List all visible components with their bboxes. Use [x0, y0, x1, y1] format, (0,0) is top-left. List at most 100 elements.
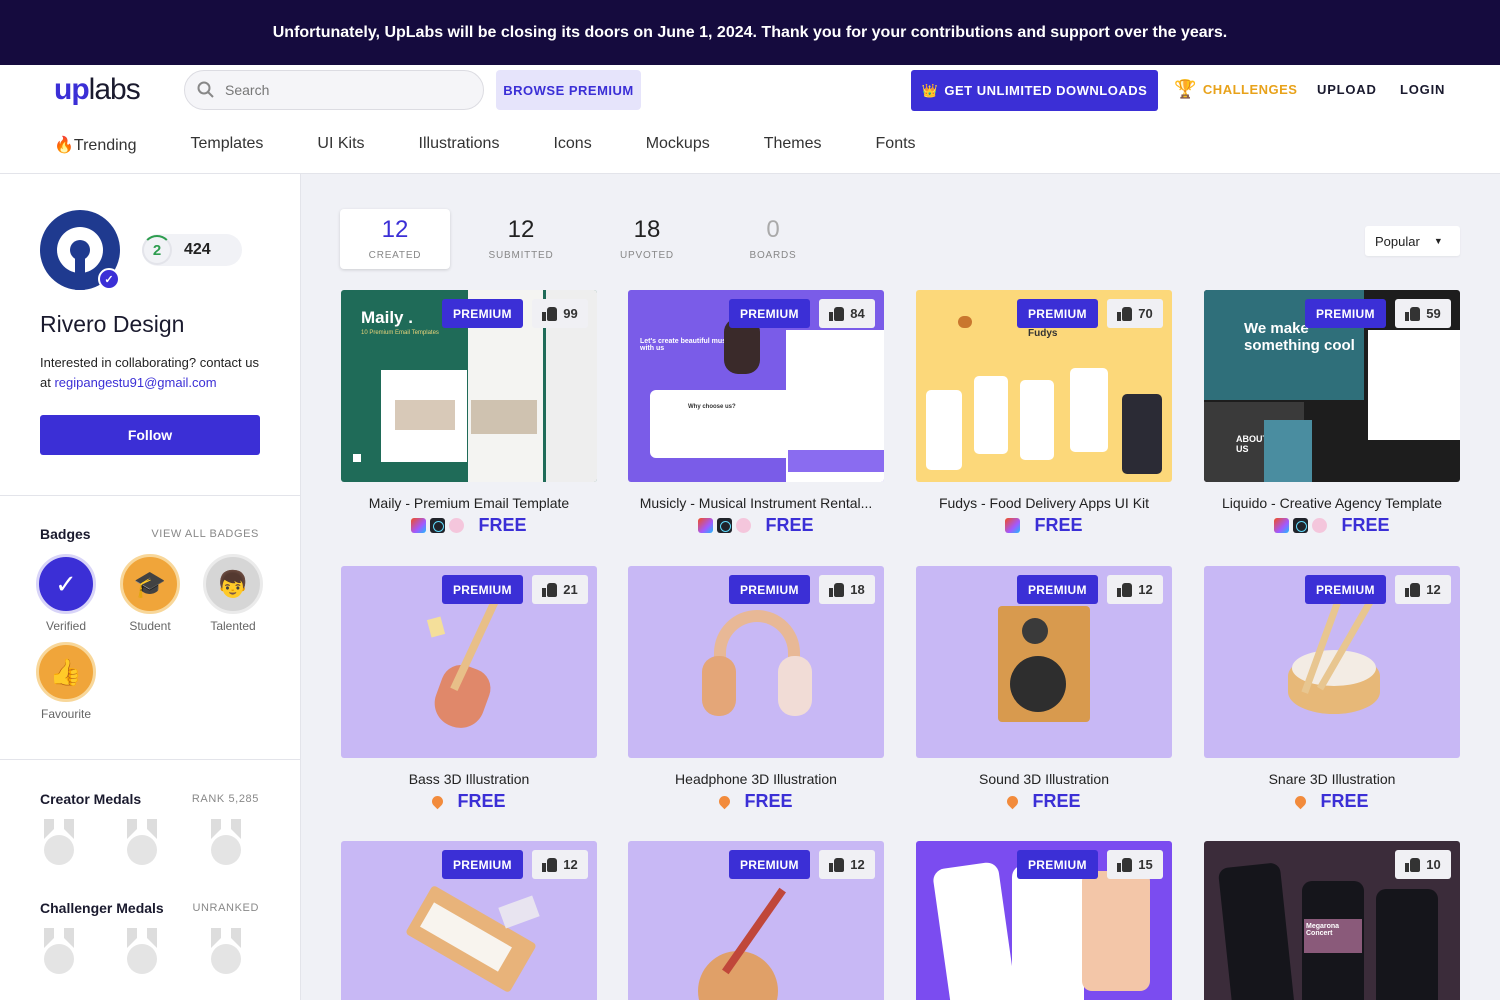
- like-button[interactable]: 12: [1395, 575, 1451, 604]
- like-button[interactable]: 10: [1395, 850, 1451, 879]
- browse-premium-button[interactable]: BROWSE PREMIUM: [496, 70, 641, 110]
- like-count: 10: [1426, 857, 1441, 872]
- top-header: uplabs BROWSE PREMIUM 👑 GET UNLIMITED DOW…: [0, 65, 1500, 174]
- stat-value: 0: [766, 216, 780, 243]
- tab-boards[interactable]: 0 BOARDS: [718, 209, 828, 269]
- unlimited-label: GET UNLIMITED DOWNLOADS: [944, 83, 1148, 98]
- thumbs-up-icon: [1405, 857, 1421, 872]
- search-box[interactable]: [184, 70, 484, 110]
- design-card[interactable]: Maily . 10 Premium Email Templates PREMI…: [341, 290, 597, 536]
- uplabs-logo[interactable]: uplabs: [54, 73, 141, 107]
- thumbs-up-icon: [1405, 582, 1421, 597]
- like-button[interactable]: 84: [819, 299, 875, 328]
- like-button[interactable]: 70: [1107, 299, 1163, 328]
- stat-label: UPVOTED: [620, 250, 674, 261]
- thumb-text: Why choose us?: [688, 404, 736, 410]
- email-link[interactable]: regipangestu91@gmail.com: [54, 375, 216, 390]
- card-title[interactable]: Sound 3D Illustration: [916, 771, 1172, 787]
- price-label: FREE: [1032, 790, 1081, 811]
- card-footer: FREE: [628, 514, 884, 536]
- badge-label: Favourite: [40, 707, 92, 721]
- card-title[interactable]: Snare 3D Illustration: [1204, 771, 1460, 787]
- like-count: 15: [1138, 857, 1153, 872]
- design-card[interactable]: PREMIUM 12 Sound 3D Illustration FREE: [916, 566, 1172, 812]
- thumb-text: Maily .: [361, 308, 413, 327]
- like-count: 21: [563, 582, 578, 597]
- category-nav: 🔥Trending Templates UI Kits Illustration…: [54, 135, 970, 155]
- like-count: 99: [563, 306, 578, 321]
- design-card[interactable]: We make something cool ABOUT US PREMIUM …: [1204, 290, 1460, 536]
- like-button[interactable]: 18: [819, 575, 875, 604]
- nav-themes[interactable]: Themes: [764, 135, 822, 155]
- premium-badge: PREMIUM: [1305, 299, 1386, 328]
- divider: [0, 495, 300, 496]
- login-link[interactable]: LOGIN: [1400, 82, 1445, 97]
- like-button[interactable]: 21: [532, 575, 588, 604]
- challenger-rank: UNRANKED: [192, 902, 259, 914]
- design-card[interactable]: Let's create beautiful music with us Why…: [628, 290, 884, 536]
- follow-button[interactable]: Follow: [40, 415, 260, 455]
- card-footer: FREE: [1204, 790, 1460, 812]
- nav-trending[interactable]: 🔥Trending: [54, 135, 136, 155]
- thumbs-up-icon: [1117, 306, 1133, 321]
- tab-submitted[interactable]: 12 SUBMITTED: [466, 209, 576, 269]
- nav-icons[interactable]: Icons: [553, 135, 591, 155]
- card-title[interactable]: Musicly - Musical Instrument Rental...: [628, 495, 884, 511]
- like-count: 12: [1138, 582, 1153, 597]
- tab-created[interactable]: 12 CREATED: [340, 209, 450, 269]
- nav-illustrations[interactable]: Illustrations: [419, 135, 500, 155]
- location-pin-icon: [1005, 793, 1021, 809]
- like-button[interactable]: 59: [1395, 299, 1451, 328]
- tab-upvoted[interactable]: 18 UPVOTED: [592, 209, 702, 269]
- nav-ui-kits[interactable]: UI Kits: [317, 135, 364, 155]
- challenges-link[interactable]: 🏆 CHALLENGES: [1174, 79, 1297, 100]
- medal-icon: [209, 928, 243, 978]
- like-count: 70: [1138, 306, 1153, 321]
- design-card[interactable]: Megarona Concert 10: [1204, 841, 1460, 1000]
- like-button[interactable]: 99: [532, 299, 588, 328]
- sort-dropdown[interactable]: Popular ▼: [1365, 226, 1460, 256]
- nav-fonts[interactable]: Fonts: [876, 135, 916, 155]
- design-card[interactable]: Fudys PREMIUM 70 Fudys - Food Delivery A…: [916, 290, 1172, 536]
- figma-icon: [698, 517, 714, 533]
- like-button[interactable]: 12: [1107, 575, 1163, 604]
- price-label: FREE: [1034, 514, 1083, 535]
- badge-favourite[interactable]: 👍 Favourite: [26, 642, 106, 721]
- badge-label: Verified: [45, 619, 87, 633]
- nav-templates[interactable]: Templates: [190, 135, 263, 155]
- check-icon: ✓: [36, 554, 96, 614]
- thumbs-up-icon: 👍: [36, 642, 96, 702]
- card-title[interactable]: Headphone 3D Illustration: [628, 771, 884, 787]
- thumbs-up-icon: [1117, 857, 1133, 872]
- badge-talented[interactable]: 👦 Talented: [193, 554, 273, 633]
- badge-verified[interactable]: ✓ Verified: [26, 554, 106, 633]
- design-card[interactable]: PREMIUM 15: [916, 841, 1172, 1000]
- premium-badge: PREMIUM: [442, 575, 523, 604]
- design-card[interactable]: PREMIUM 12: [341, 841, 597, 1000]
- card-title[interactable]: Maily - Premium Email Template: [341, 495, 597, 511]
- trophy-icon: 🏆: [1174, 79, 1197, 99]
- design-card[interactable]: PREMIUM 18 Headphone 3D Illustration FRE…: [628, 566, 884, 812]
- card-title[interactable]: Fudys - Food Delivery Apps UI Kit: [916, 495, 1172, 511]
- premium-badge: PREMIUM: [729, 850, 810, 879]
- stat-label: CREATED: [368, 250, 422, 261]
- design-card[interactable]: PREMIUM 12 Snare 3D Illustration FREE: [1204, 566, 1460, 812]
- view-all-badges-link[interactable]: VIEW ALL BADGES: [151, 528, 259, 540]
- badge-student[interactable]: 🎓 Student: [110, 554, 190, 633]
- upload-link[interactable]: UPLOAD: [1317, 82, 1377, 97]
- crown-icon: 👑: [921, 82, 939, 98]
- card-title[interactable]: Liquido - Creative Agency Template: [1204, 495, 1460, 511]
- design-card[interactable]: PREMIUM 21 Bass 3D Illustration FREE: [341, 566, 597, 812]
- card-title[interactable]: Bass 3D Illustration: [341, 771, 597, 787]
- like-button[interactable]: 12: [532, 850, 588, 879]
- design-card[interactable]: PREMIUM 12: [628, 841, 884, 1000]
- level-number: 2: [142, 235, 172, 265]
- like-button[interactable]: 12: [819, 850, 875, 879]
- stat-label: SUBMITTED: [488, 250, 554, 261]
- nav-mockups[interactable]: Mockups: [646, 135, 710, 155]
- chevron-down-icon: ▼: [1433, 236, 1443, 246]
- search-input[interactable]: [225, 82, 465, 98]
- location-pin-icon: [717, 793, 733, 809]
- get-unlimited-downloads-button[interactable]: 👑 GET UNLIMITED DOWNLOADS: [911, 70, 1158, 111]
- like-button[interactable]: 15: [1107, 850, 1163, 879]
